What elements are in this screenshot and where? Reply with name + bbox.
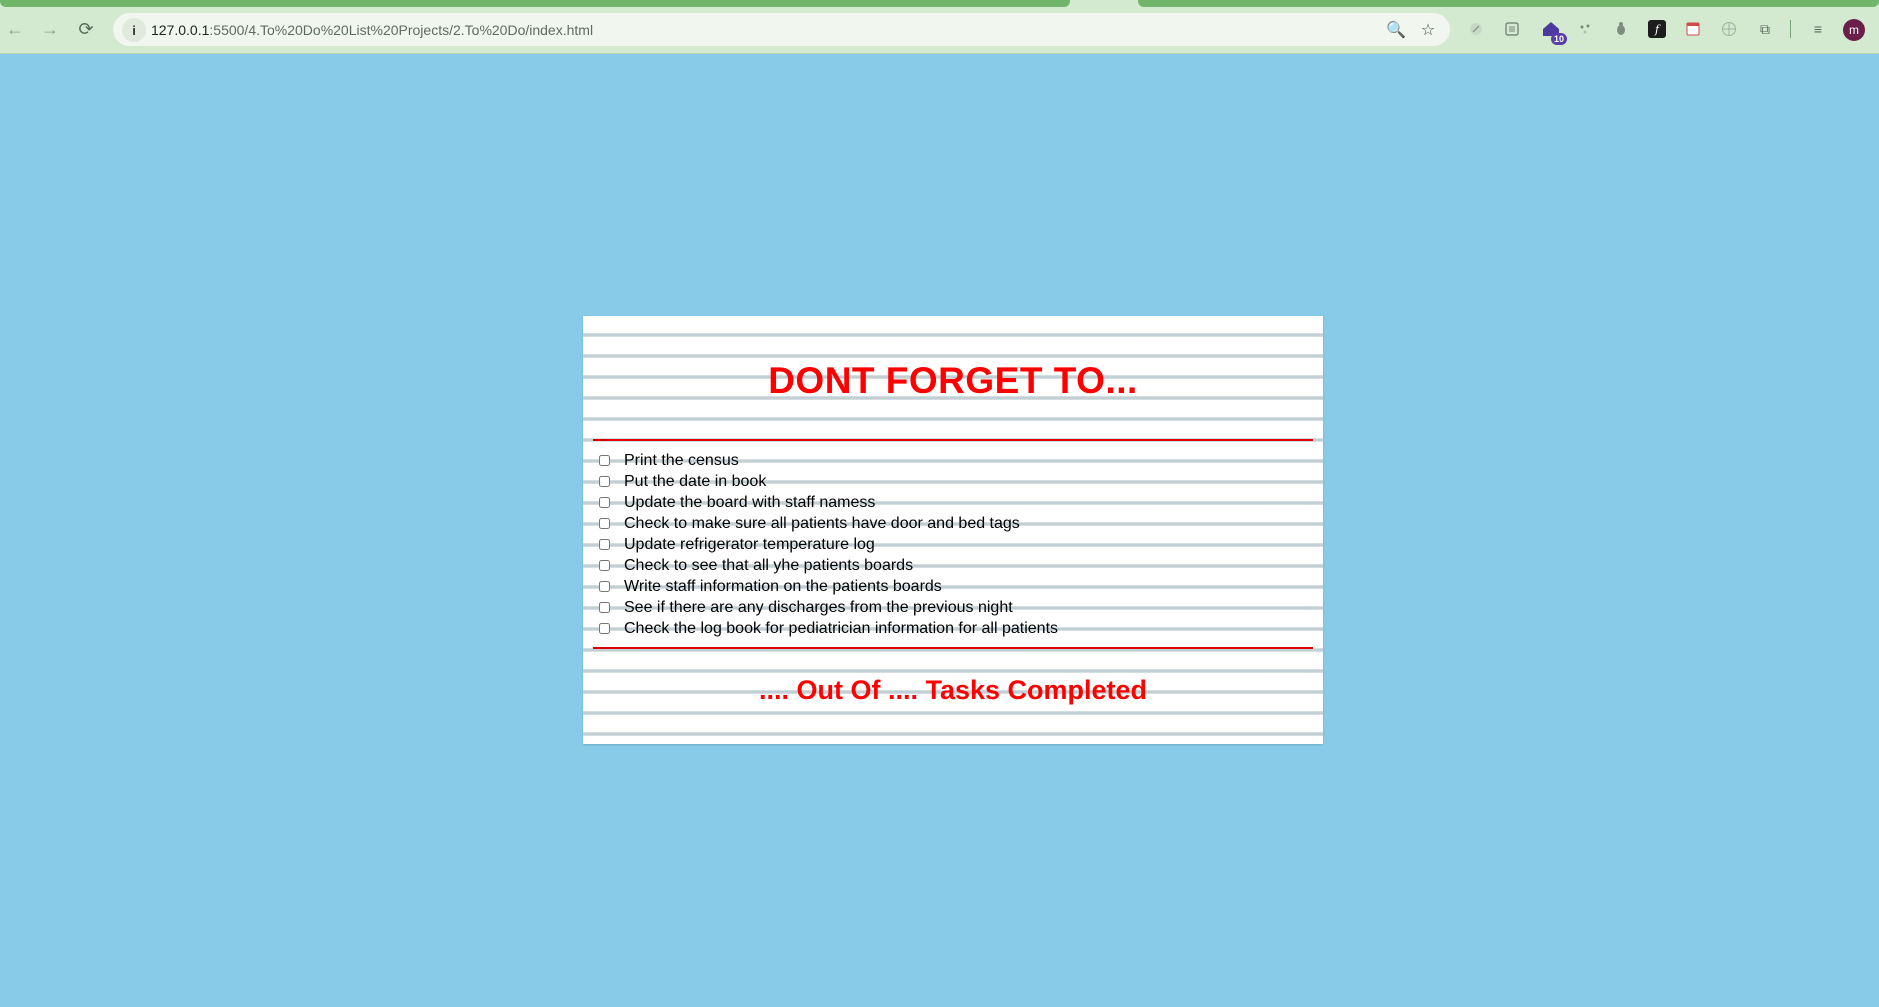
- extensions-puzzle-icon[interactable]: ⧉: [1755, 19, 1775, 39]
- task-label: Print the census: [624, 451, 739, 469]
- task-label: Check to make sure all patients have doo…: [624, 514, 1020, 532]
- extension-fx-icon[interactable]: f: [1647, 19, 1667, 39]
- task-checkbox[interactable]: [599, 581, 610, 592]
- task-checkbox[interactable]: [599, 518, 610, 529]
- tasks-completed-summary: .... Out Of .... Tasks Completed: [758, 675, 1148, 705]
- task-item: Put the date in book: [593, 471, 1313, 492]
- address-bar[interactable]: i 127.0.0.1:5500/4.To%20Do%20List%20Proj…: [113, 13, 1450, 46]
- top-divider: [593, 439, 1313, 441]
- task-label: Update refrigerator temperature log: [624, 535, 875, 553]
- toolbar-separator: [1790, 20, 1791, 38]
- task-label: Put the date in book: [624, 472, 767, 490]
- page-title: DONT FORGET TO...: [768, 360, 1138, 401]
- task-checkbox[interactable]: [599, 539, 610, 550]
- task-item: Print the census: [593, 450, 1313, 471]
- url-path: :5500/4.To%20Do%20List%20Projects/2.To%2…: [209, 22, 594, 38]
- task-label: Write staff information on the patients …: [624, 577, 942, 595]
- reload-icon[interactable]: ⟳: [74, 17, 98, 41]
- extension-dots-icon[interactable]: [1576, 19, 1596, 39]
- task-item: Check to make sure all patients have doo…: [593, 513, 1313, 534]
- url-text[interactable]: 127.0.0.1:5500/4.To%20Do%20List%20Projec…: [151, 22, 593, 38]
- url-host: 127.0.0.1: [151, 22, 210, 38]
- task-label: Update the board with staff namess: [624, 493, 876, 511]
- task-checkbox[interactable]: [599, 602, 610, 613]
- zoom-icon[interactable]: 🔍: [1385, 19, 1407, 41]
- task-checkbox[interactable]: [599, 560, 610, 571]
- task-checkbox[interactable]: [599, 623, 610, 634]
- task-item: Check to see that all yhe patients board…: [593, 555, 1313, 576]
- tab-strip: [0, 0, 1879, 7]
- task-checkbox[interactable]: [599, 455, 610, 466]
- extension-house-icon[interactable]: 10: [1541, 19, 1567, 45]
- task-checkbox[interactable]: [599, 497, 610, 508]
- task-list: Print the census Put the date in book Up…: [593, 450, 1313, 639]
- tab-inactive[interactable]: [1138, 0, 1879, 7]
- task-checkbox[interactable]: [599, 476, 610, 487]
- todo-card: DONT FORGET TO... Print the census Put t…: [583, 316, 1323, 744]
- media-controls-icon[interactable]: ≡: [1808, 19, 1828, 39]
- browser-toolbar: ← → ⟳ i 127.0.0.1:5500/4.To%20Do%20List%…: [0, 0, 1879, 54]
- task-item: Write staff information on the patients …: [593, 576, 1313, 597]
- tab-active[interactable]: [0, 0, 1070, 7]
- extension-calendar-icon[interactable]: [1683, 19, 1703, 39]
- task-label: Check to see that all yhe patients board…: [624, 556, 914, 574]
- task-item: Update the board with staff namess: [593, 492, 1313, 513]
- bookmark-star-icon[interactable]: ☆: [1417, 19, 1439, 41]
- bottom-divider: [593, 647, 1313, 649]
- profile-avatar[interactable]: m: [1843, 19, 1865, 41]
- task-label: See if there are any discharges from the…: [624, 598, 1013, 616]
- extension-bug-icon[interactable]: [1611, 19, 1631, 39]
- task-label: Check the log book for pediatrician info…: [624, 619, 1059, 637]
- extension-grid-icon[interactable]: [1502, 19, 1522, 39]
- forward-icon[interactable]: →: [38, 17, 62, 41]
- site-info-icon[interactable]: i: [122, 18, 146, 42]
- extension-pen-icon[interactable]: [1466, 19, 1486, 39]
- task-item: See if there are any discharges from the…: [593, 597, 1313, 618]
- extension-badge: 10: [1550, 33, 1567, 45]
- task-item: Update refrigerator temperature log: [593, 534, 1313, 555]
- task-item: Check the log book for pediatrician info…: [593, 618, 1313, 639]
- extension-globe-icon[interactable]: [1719, 19, 1739, 39]
- back-icon[interactable]: ←: [3, 17, 27, 41]
